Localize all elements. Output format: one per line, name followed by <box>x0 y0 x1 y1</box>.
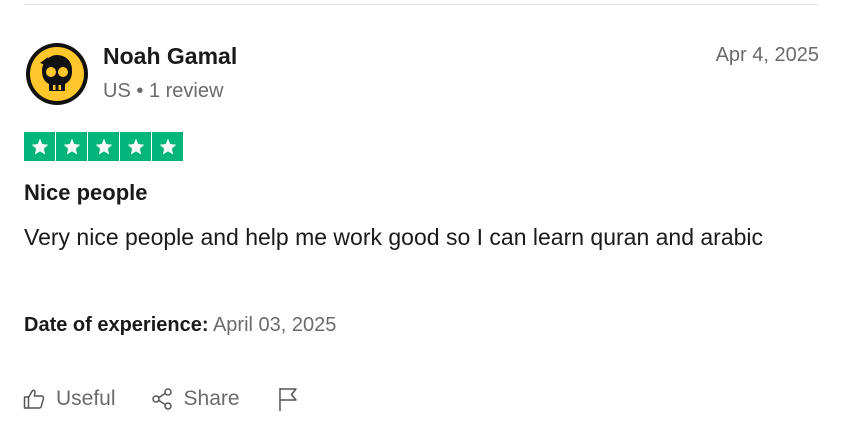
meta-separator: • <box>136 80 144 102</box>
reviewer-meta: US • 1 review <box>103 80 223 103</box>
star-icon <box>24 132 55 161</box>
review-date: Apr 4, 2025 <box>715 44 819 66</box>
thumbs-up-icon <box>22 387 46 411</box>
reviewer-review-count: 1 review <box>148 80 224 102</box>
share-button[interactable]: Share <box>150 387 240 411</box>
top-divider <box>24 4 819 5</box>
useful-label: Useful <box>56 387 116 410</box>
useful-button[interactable]: Useful <box>22 387 116 411</box>
experience-date: April 03, 2025 <box>212 314 337 336</box>
review-actions: Useful Share <box>22 386 300 412</box>
review-text: Very nice people and help me work good s… <box>24 224 764 250</box>
report-button[interactable] <box>276 386 300 412</box>
star-icon <box>120 132 151 161</box>
reviewer-avatar[interactable] <box>24 41 90 107</box>
star-icon <box>88 132 119 161</box>
reviewer-country: US <box>103 80 131 102</box>
skull-icon <box>26 43 88 105</box>
share-label: Share <box>183 387 240 410</box>
date-of-experience: Date of experience: April 03, 2025 <box>24 314 336 337</box>
star-icon <box>152 132 183 161</box>
flag-icon <box>276 386 300 412</box>
review-title: Nice people <box>24 180 148 205</box>
experience-label: Date of experience: <box>24 314 209 336</box>
star-icon <box>56 132 87 161</box>
star-rating <box>24 132 183 161</box>
share-icon <box>150 387 174 411</box>
reviewer-name[interactable]: Noah Gamal <box>103 43 237 70</box>
